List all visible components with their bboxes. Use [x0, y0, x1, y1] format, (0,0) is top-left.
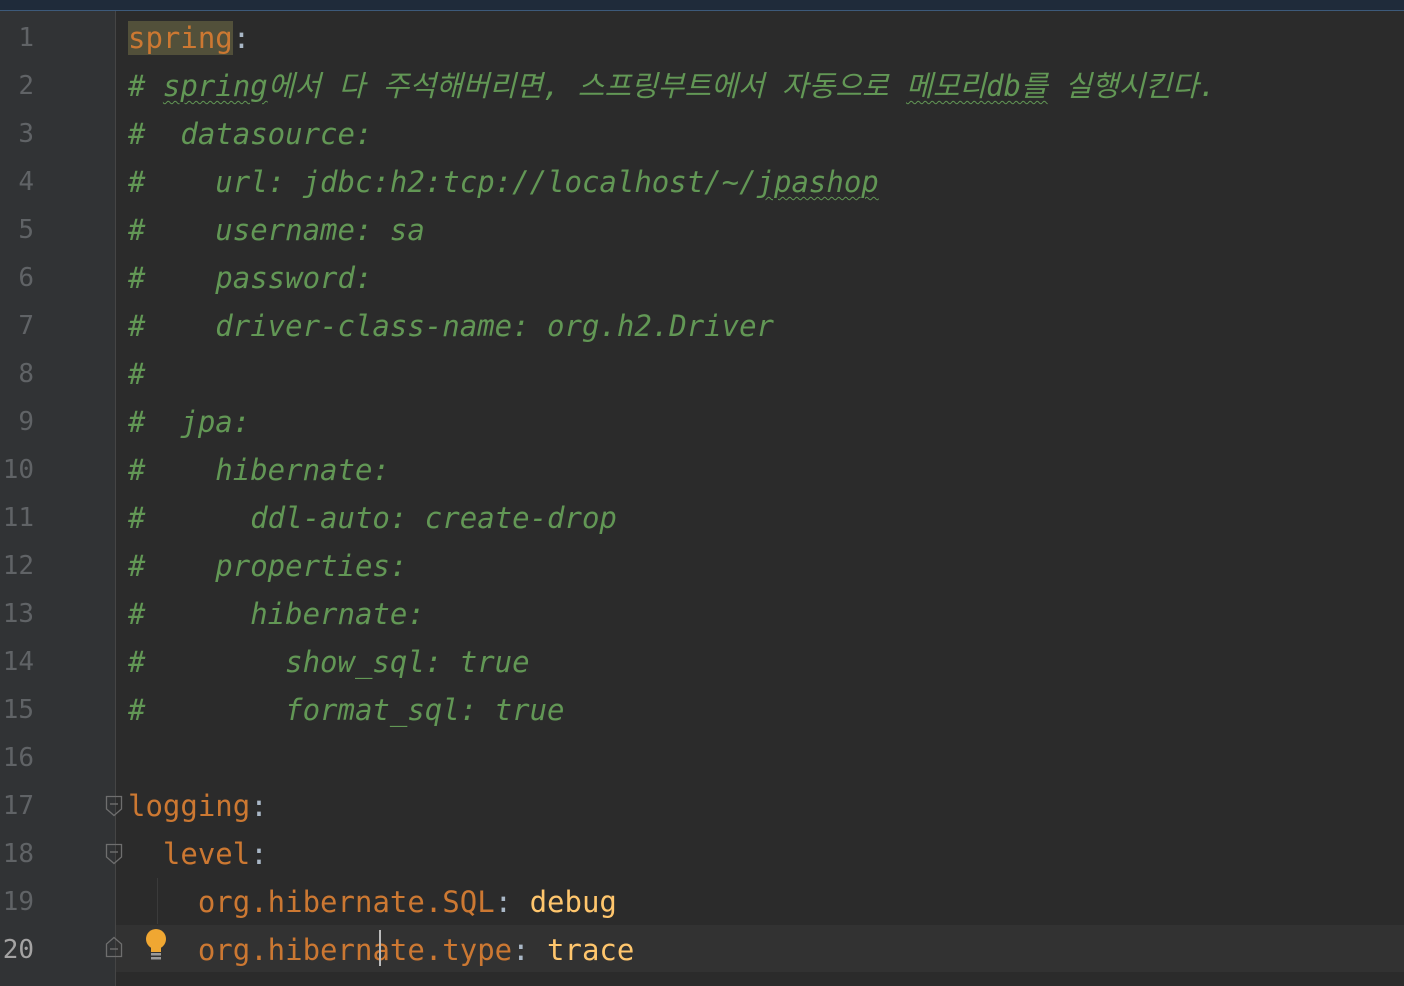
yaml-key: org.hibernate.SQL: [197, 885, 495, 919]
code-line-4[interactable]: # url: jdbc:h2:tcp://localhost/~/jpashop: [128, 158, 879, 206]
code-line-2[interactable]: # spring에서 다 주석해버리면, 스프링부트에서 자동으로 메모리db를…: [128, 62, 1216, 110]
yaml-colon: :: [232, 21, 251, 55]
code-line-18[interactable]: level:: [128, 830, 268, 878]
line-number: 14: [2, 647, 34, 677]
line-number: 13: [2, 599, 34, 629]
line-number: 16: [2, 743, 34, 773]
code-line-12[interactable]: # properties:: [128, 542, 407, 590]
code-line-19[interactable]: org.hibernate.SQL: debug: [128, 878, 617, 926]
line-number: 19: [2, 887, 34, 917]
code-line-7[interactable]: # driver-class-name: org.h2.Driver: [128, 302, 774, 350]
code-line-10[interactable]: # hibernate:: [128, 446, 390, 494]
spellcheck-word: 메모리db를: [906, 69, 1048, 103]
line-number: 6: [18, 263, 34, 293]
indent-guide: [157, 878, 158, 924]
editor-tab-strip-edge: [0, 0, 1404, 11]
yaml-colon: :: [250, 837, 268, 871]
line-number: 5: [18, 215, 34, 245]
line-number: 1: [18, 23, 34, 53]
code-line-17[interactable]: logging:: [128, 782, 268, 830]
line-number: 2: [18, 71, 34, 101]
fold-end-marker-icon[interactable]: [105, 936, 123, 958]
code-line-13[interactable]: # hibernate:: [128, 590, 425, 638]
line-number: 8: [18, 359, 34, 389]
line-number: 18: [2, 839, 34, 869]
yaml-key: org.hibernate.type: [197, 933, 513, 967]
comment-text: 실행시킨다.: [1047, 69, 1217, 103]
code-line-1[interactable]: spring:: [128, 14, 250, 62]
line-number: 17: [2, 791, 34, 821]
code-line-15[interactable]: # format_sql: true: [128, 686, 565, 734]
line-number: 3: [18, 119, 34, 149]
comment-hash: #: [128, 69, 163, 103]
comment-text: 에서 다 주석해버리면, 스프링부트에서 자동으로: [267, 69, 907, 103]
code-line-14[interactable]: # show_sql: true: [128, 638, 530, 686]
comment-text: # url: jdbc:h2:tcp://localhost/~/: [128, 165, 757, 199]
yaml-value: debug: [529, 885, 617, 919]
yaml-colon: :: [494, 885, 530, 919]
line-number-current: 20: [2, 935, 34, 965]
yaml-colon: :: [512, 933, 548, 967]
fold-marker-icon[interactable]: [105, 843, 123, 865]
spellcheck-word: jpashop: [756, 165, 879, 199]
yaml-key: spring: [128, 21, 233, 55]
line-number: 4: [18, 167, 34, 197]
code-line-3[interactable]: # datasource:: [128, 110, 372, 158]
gutter-divider: [115, 11, 116, 986]
code-line-5[interactable]: # username: sa: [128, 206, 425, 254]
line-number: 11: [2, 503, 34, 533]
fold-marker-icon[interactable]: [105, 795, 123, 817]
lightbulb-icon[interactable]: [143, 928, 169, 962]
text-caret: [379, 930, 381, 966]
yaml-key: logging: [128, 789, 251, 823]
code-line-8[interactable]: #: [128, 350, 145, 398]
line-number: 9: [18, 407, 34, 437]
spellcheck-word: spring: [162, 69, 268, 103]
yaml-key: level: [162, 837, 251, 871]
yaml-value: trace: [547, 933, 635, 967]
code-line-20[interactable]: org.hibernate.type: trace: [128, 926, 635, 974]
code-line-9[interactable]: # jpa:: [128, 398, 250, 446]
line-number: 12: [2, 551, 34, 581]
line-number: 7: [18, 311, 34, 341]
code-line-11[interactable]: # ddl-auto: create-drop: [128, 494, 617, 542]
line-number: 10: [2, 455, 34, 485]
line-number: 15: [2, 695, 34, 725]
code-line-6[interactable]: # password:: [128, 254, 372, 302]
code-editor[interactable]: 1 2 3 4 5 6 7 8 9 10 11 12 13 14 15 16 1…: [0, 0, 1404, 986]
yaml-colon: :: [250, 789, 268, 823]
